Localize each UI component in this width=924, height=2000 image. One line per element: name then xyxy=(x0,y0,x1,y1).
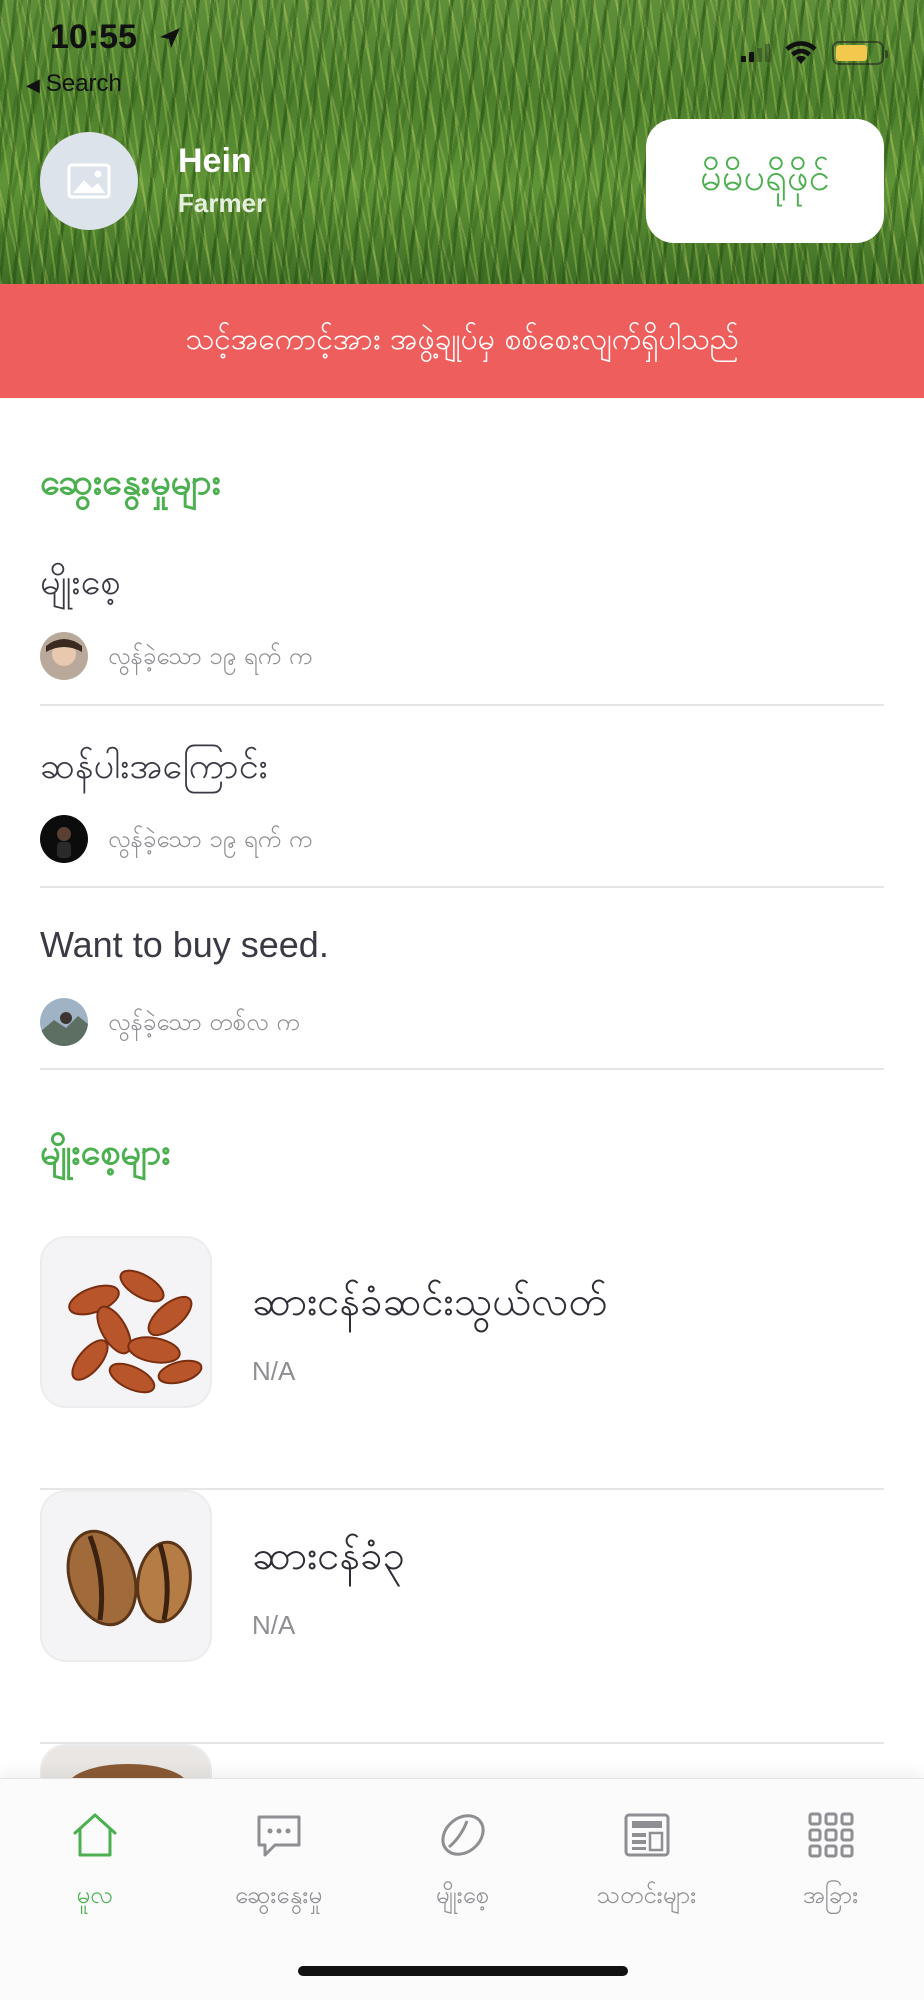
status-time: 10:55 xyxy=(50,18,137,56)
app-screen: 10:55 ◀ Search Hein Farmer မိမိပရိုဖိုင်… xyxy=(0,0,924,2000)
tab-label: သတင်းများ xyxy=(596,1881,697,1909)
profile-header: 10:55 ◀ Search Hein Farmer မိမိပရိုဖိုင် xyxy=(0,0,924,284)
back-to-search-link[interactable]: ◀ Search xyxy=(26,70,122,98)
discussion-item[interactable]: ဆန်ပါးအကြောင်း လွန်ခဲ့သော ၁၉ ရက် က xyxy=(40,742,884,888)
grid-icon xyxy=(808,1812,853,1858)
discussion-title: မျိုးစေ့ xyxy=(40,562,121,603)
user-role: Farmer xyxy=(178,188,267,218)
discussion-item[interactable]: မျိုးစေ့ လွန်ခဲ့သော ၁၉ ရက် က xyxy=(40,558,884,706)
discussion-author-avatar xyxy=(40,815,88,863)
seed-detail: N/A xyxy=(252,1356,296,1386)
back-label: Search xyxy=(45,70,122,97)
seed-thumbnail xyxy=(40,1236,212,1408)
alert-text: သင့်အကောင့်အား အဖွဲ့ချုပ်မှ စစ်စေးလျက်ရှ… xyxy=(185,321,739,357)
discussion-time: လွန်ခဲ့သော ၁၉ ရက် က xyxy=(108,642,313,670)
seed-icon xyxy=(440,1814,485,1856)
tab-seeds[interactable]: မျိုးစေ့ xyxy=(370,1809,555,1929)
avatar[interactable] xyxy=(40,132,138,230)
location-arrow-icon xyxy=(160,28,180,48)
discussion-time: လွန်ခဲ့သော တစ်လ က xyxy=(108,1008,300,1036)
discussion-title: ဆန်ပါးအကြောင်း xyxy=(40,746,268,787)
status-indicators xyxy=(741,40,888,66)
wifi-icon xyxy=(785,41,817,64)
seed-name: ဆားငန်ခံ၃ xyxy=(252,1533,406,1579)
user-name: Hein xyxy=(178,142,252,180)
seed-detail: N/A xyxy=(252,1610,296,1640)
discussion-author-avatar xyxy=(40,998,88,1046)
cellular-signal-icon xyxy=(741,44,770,62)
back-triangle-icon: ◀ xyxy=(26,75,40,95)
seed-list-item[interactable]: ဆားငန်ခံ၃ N/A xyxy=(40,1490,884,1744)
discussion-item[interactable]: Want to buy seed. လွန်ခဲ့သော တစ်လ က xyxy=(40,924,884,1070)
discussion-title: Want to buy seed. xyxy=(40,924,329,965)
discussion-author-avatar xyxy=(40,632,88,680)
newspaper-icon xyxy=(624,1813,669,1857)
seed-list-item[interactable]: ဆားငန်ခံဆင်းသွယ်လတ် N/A xyxy=(40,1236,884,1490)
tab-label: မျိုးစေ့ xyxy=(435,1881,490,1909)
seeds-section-title: မျိုးစေ့များ xyxy=(40,1132,171,1173)
home-icon xyxy=(73,1813,116,1857)
tab-label: ဆွေးနွေးမှု xyxy=(234,1881,323,1909)
account-review-alert: သင့်အကောင့်အား အဖွဲ့ချုပ်မှ စစ်စေးလျက်ရှ… xyxy=(0,284,924,398)
discussions-section-title: ဆွေးနွေးမှုများ xyxy=(40,462,221,503)
tab-label: မူလ xyxy=(76,1881,113,1909)
discussion-time: လွန်ခဲ့သော ၁၉ ရက် က xyxy=(108,825,313,853)
tab-home[interactable]: မူလ xyxy=(2,1809,187,1929)
seed-thumbnail xyxy=(40,1490,212,1662)
chat-bubble-icon xyxy=(257,1815,300,1857)
image-placeholder-icon xyxy=(67,163,111,199)
seed-name: ဆားငန်ခံဆင်းသွယ်လတ် xyxy=(252,1279,608,1325)
home-indicator[interactable] xyxy=(298,1966,628,1976)
profile-status-button[interactable]: မိမိပရိုဖိုင် xyxy=(646,119,884,243)
battery-icon xyxy=(832,41,888,65)
tab-discussions[interactable]: ဆွေးနွေးမှု xyxy=(186,1809,371,1929)
tab-more[interactable]: အခြား xyxy=(738,1809,923,1929)
tab-label: အခြား xyxy=(802,1881,859,1909)
tab-news[interactable]: သတင်းများ xyxy=(554,1809,739,1929)
